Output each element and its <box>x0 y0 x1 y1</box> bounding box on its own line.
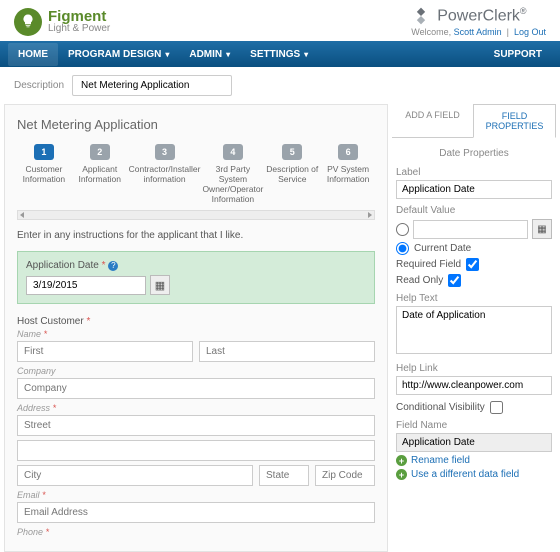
step-nav: 1Customer Information 2Applicant Informa… <box>17 144 375 204</box>
form-designer: Net Metering Application 1Customer Infor… <box>4 104 388 552</box>
step-3[interactable]: 3Contractor/Installer information <box>129 144 201 204</box>
description-label: Description <box>14 80 64 91</box>
chevron-down-icon: ▾ <box>165 50 169 59</box>
powerclerk-icon <box>411 6 431 26</box>
welcome-text: Welcome, Scott Admin | Log Out <box>411 27 546 37</box>
step-1[interactable]: 1Customer Information <box>17 144 71 204</box>
street-input[interactable] <box>17 415 375 436</box>
chevron-down-icon: ▾ <box>226 50 230 59</box>
default-current-date-radio[interactable] <box>396 242 409 255</box>
nav-home[interactable]: HOME <box>8 43 58 66</box>
application-date-input[interactable] <box>26 276 146 295</box>
brand-left: Figment Light & Power <box>14 8 110 36</box>
logout-link[interactable]: Log Out <box>514 27 546 37</box>
info-icon[interactable]: ? <box>108 261 118 271</box>
step-5[interactable]: 5Description of Service <box>265 144 319 204</box>
step-4[interactable]: 43rd Party System Owner/Operator Informa… <box>202 144 263 204</box>
brand-subtitle: Light & Power <box>48 24 110 34</box>
help-link-input[interactable] <box>396 376 552 395</box>
step-2[interactable]: 2Applicant Information <box>73 144 127 204</box>
field-name-input <box>396 433 552 452</box>
nav-settings[interactable]: SETTINGS▾ <box>240 43 318 66</box>
calendar-button[interactable]: ▦ <box>150 275 170 295</box>
last-name-input[interactable] <box>199 341 375 362</box>
plus-icon: + <box>396 469 407 480</box>
prop-label-input[interactable] <box>396 180 552 199</box>
help-text-input[interactable] <box>396 306 552 354</box>
nav-support[interactable]: SUPPORT <box>484 43 552 66</box>
default-custom-radio[interactable] <box>396 223 409 236</box>
host-customer-label: Host Customer * <box>17 316 375 327</box>
rename-field-link[interactable]: +Rename field <box>396 455 552 466</box>
default-value-input[interactable] <box>413 220 528 239</box>
use-different-field-link[interactable]: +Use a different data field <box>396 469 552 480</box>
plus-icon: + <box>396 455 407 466</box>
required-checkbox[interactable] <box>466 258 479 271</box>
properties-panel: ADD A FIELD FIELD PROPERTIES Date Proper… <box>392 104 556 552</box>
calendar-icon: ▦ <box>155 279 165 292</box>
instructions-text: Enter in any instructions for the applic… <box>17 230 375 241</box>
main-nav: HOME PROGRAM DESIGN▾ ADMIN▾ SETTINGS▾ SU… <box>0 41 560 67</box>
brand-right: PowerClerk® <box>411 6 546 26</box>
calendar-icon: ▦ <box>537 224 546 235</box>
street2-input[interactable] <box>17 440 375 461</box>
state-input[interactable] <box>259 465 309 486</box>
default-calendar-button[interactable]: ▦ <box>532 219 552 239</box>
zip-input[interactable] <box>315 465 375 486</box>
description-input[interactable] <box>72 75 232 96</box>
company-input[interactable] <box>17 378 375 399</box>
nav-program-design[interactable]: PROGRAM DESIGN▾ <box>58 43 179 66</box>
tab-add-field[interactable]: ADD A FIELD <box>392 104 473 137</box>
brand-title: Figment <box>48 9 110 24</box>
user-link[interactable]: Scott Admin <box>454 27 502 37</box>
first-name-input[interactable] <box>17 341 193 362</box>
selected-field-application-date[interactable]: Application Date * ? ▦ <box>17 251 375 304</box>
readonly-checkbox[interactable] <box>448 274 461 287</box>
step-scrollbar[interactable] <box>17 210 375 220</box>
chevron-down-icon: ▾ <box>304 50 308 59</box>
step-6[interactable]: 6PV System Information <box>321 144 375 204</box>
conditional-visibility-checkbox[interactable] <box>490 401 503 414</box>
tab-field-properties[interactable]: FIELD PROPERTIES <box>473 104 556 138</box>
nav-admin[interactable]: ADMIN▾ <box>179 43 240 66</box>
page-title: Net Metering Application <box>17 117 375 132</box>
city-input[interactable] <box>17 465 253 486</box>
bulb-icon <box>14 8 42 36</box>
panel-title: Date Properties <box>396 148 552 159</box>
